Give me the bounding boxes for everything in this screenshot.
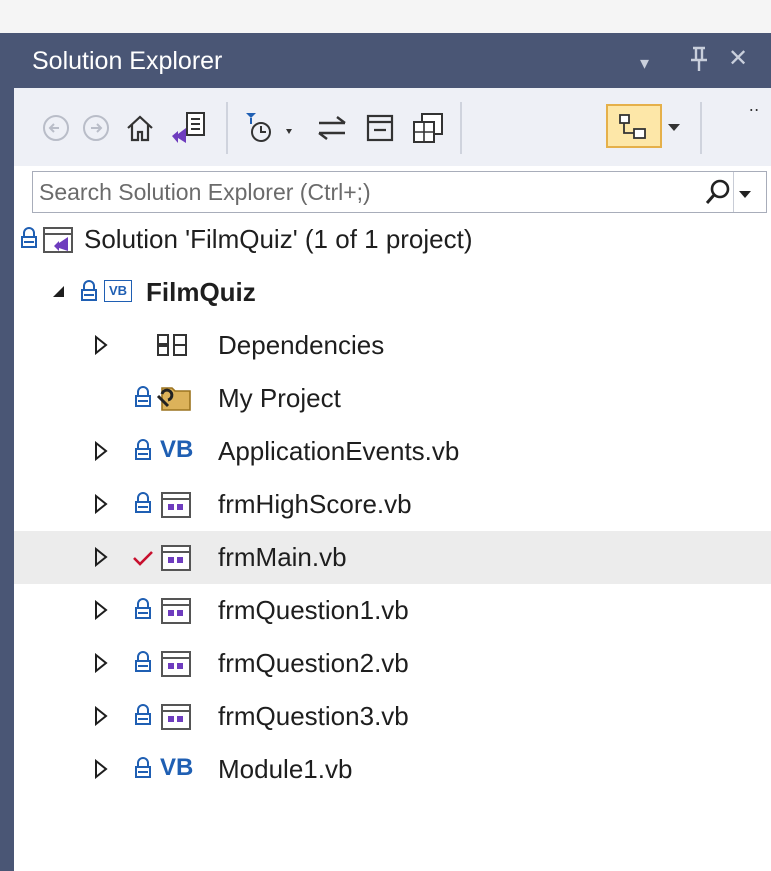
solution-explorer-panel: Solution Explorer ▾ ✕ ‥ Search Solution … (14, 33, 771, 871)
collapsed-arrow-icon[interactable] (94, 493, 108, 519)
my-project-icon (156, 384, 192, 417)
pending-changes-filter-icon[interactable] (240, 108, 304, 148)
form-icon (160, 597, 192, 630)
collapsed-arrow-icon[interactable] (94, 652, 108, 678)
toolbar-overflow-icon[interactable]: ‥ (742, 94, 766, 118)
panel-titlebar: Solution Explorer ▾ ✕ (14, 33, 771, 88)
toolbar: ‥ (14, 88, 771, 166)
tree-row-solution[interactable]: Solution 'FilmQuiz' (1 of 1 project) (14, 213, 771, 266)
vb-project-icon: VB (104, 280, 132, 302)
forward-icon[interactable] (76, 108, 116, 148)
panel-title: Solution Explorer (32, 47, 223, 75)
item-label: frmQuestion3.vb (218, 701, 409, 731)
item-label: ApplicationEvents.vb (218, 436, 460, 466)
tree-row-frmquestion1[interactable]: frmQuestion1.vb (14, 584, 771, 637)
tree-row-frmmain[interactable]: frmMain.vb (14, 531, 771, 584)
collapsed-arrow-icon[interactable] (94, 546, 108, 572)
lock-icon (134, 491, 152, 520)
item-label: frmHighScore.vb (218, 489, 412, 519)
window-top-strip (0, 0, 771, 33)
item-label: frmQuestion1.vb (218, 595, 409, 625)
lock-icon (80, 279, 98, 308)
pin-icon[interactable] (688, 45, 710, 80)
lock-icon (134, 597, 152, 626)
lock-icon (134, 703, 152, 732)
tree-row-frmhighscore[interactable]: frmHighScore.vb (14, 478, 771, 531)
collapse-all-icon[interactable] (358, 108, 402, 148)
tree-row-frmquestion2[interactable]: frmQuestion2.vb (14, 637, 771, 690)
solution-label: Solution 'FilmQuiz' (1 of 1 project) (84, 224, 473, 254)
item-label: frmQuestion2.vb (218, 648, 409, 678)
tree-row-dependencies[interactable]: Dependencies (14, 319, 771, 372)
search-divider (733, 172, 734, 212)
project-label: FilmQuiz (146, 277, 256, 307)
toggle-view-dropdown-icon[interactable] (664, 108, 684, 148)
expanded-arrow-icon[interactable] (52, 285, 66, 304)
tree-row-my-project[interactable]: My Project (14, 372, 771, 425)
vb-file-icon: VB (160, 436, 194, 463)
collapsed-arrow-icon[interactable] (94, 334, 108, 360)
lock-icon (134, 756, 152, 785)
item-label: Dependencies (218, 330, 385, 360)
toolbar-separator (226, 102, 228, 154)
sync-with-active-document-icon[interactable] (310, 108, 354, 148)
dependencies-icon (156, 333, 190, 362)
toolbar-separator (460, 102, 462, 154)
search-options-dropdown-icon[interactable] (739, 186, 751, 204)
tree-row-application-events[interactable]: VB ApplicationEvents.vb (14, 425, 771, 478)
form-icon (160, 544, 192, 577)
form-icon (160, 703, 192, 736)
search-icon[interactable] (705, 178, 731, 211)
collapsed-arrow-icon[interactable] (94, 758, 108, 784)
lock-icon (134, 438, 152, 467)
checked-out-icon (132, 549, 154, 572)
lock-icon (134, 650, 152, 679)
solution-icon (42, 226, 76, 259)
tree-row-project[interactable]: VB FilmQuiz (14, 266, 771, 319)
item-label: My Project (218, 383, 341, 413)
back-icon[interactable] (36, 108, 76, 148)
collapsed-arrow-icon[interactable] (94, 599, 108, 625)
toggle-view-button[interactable] (606, 104, 662, 148)
form-icon (160, 650, 192, 683)
window-position-dropdown-icon[interactable]: ▾ (640, 49, 649, 77)
tree-row-frmquestion3[interactable]: frmQuestion3.vb (14, 690, 771, 743)
window-edge (0, 33, 14, 871)
item-label: frmMain.vb (218, 542, 347, 572)
toolbar-separator (700, 102, 702, 154)
item-label: Module1.vb (218, 754, 353, 784)
show-all-files-icon[interactable] (406, 108, 450, 148)
lock-icon (134, 385, 152, 414)
collapsed-arrow-icon[interactable] (94, 440, 108, 466)
collapsed-arrow-icon[interactable] (94, 705, 108, 731)
vb-file-icon: VB (160, 754, 194, 781)
tree-row-module1[interactable]: VB Module1.vb (14, 743, 771, 796)
close-icon[interactable]: ✕ (728, 45, 748, 73)
form-icon (160, 491, 192, 524)
switch-views-icon[interactable] (164, 108, 214, 148)
home-icon[interactable] (118, 108, 162, 148)
toggle-view-icon (619, 114, 646, 139)
lock-icon (20, 226, 38, 255)
search-input[interactable]: Search Solution Explorer (Ctrl+;) (39, 179, 371, 206)
search-box[interactable]: Search Solution Explorer (Ctrl+;) (32, 171, 767, 213)
